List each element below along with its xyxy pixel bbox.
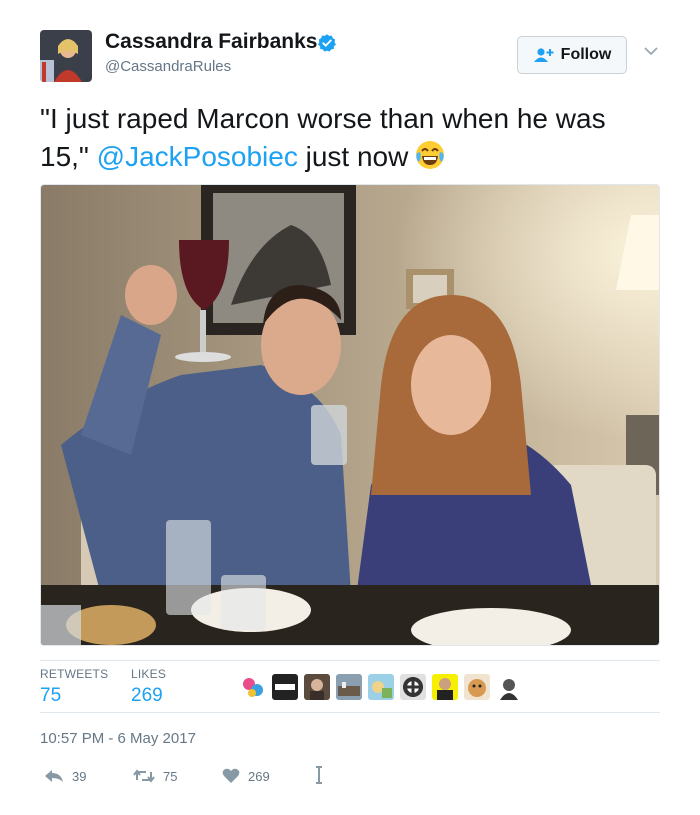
avatar[interactable] — [40, 30, 92, 82]
like-button[interactable]: 269 — [222, 768, 270, 784]
tweet-text-end: just now — [297, 141, 409, 172]
tweet-timestamp[interactable]: 10:57 PM - 6 May 2017 — [40, 730, 196, 747]
liker-avatar[interactable] — [432, 674, 458, 700]
liker-avatar[interactable] — [240, 674, 266, 700]
liker-avatar[interactable] — [304, 674, 330, 700]
analytics-icon — [316, 766, 322, 784]
reply-count: 39 — [72, 768, 87, 784]
retweets-label: RETWEETS — [40, 667, 109, 681]
tweet-text: "I just raped Marcon worse than when he … — [40, 100, 660, 176]
likes-stat[interactable]: LIKES 269 — [131, 667, 166, 707]
add-user-icon — [533, 48, 554, 62]
reply-button[interactable]: 39 — [44, 768, 86, 784]
liker-avatar[interactable] — [272, 674, 298, 700]
tweet-photo[interactable] — [40, 184, 660, 646]
likes-count: 269 — [131, 685, 163, 706]
laughing-tears-emoji-icon — [416, 141, 445, 169]
follow-button[interactable]: Follow — [517, 36, 627, 74]
analytics-button[interactable] — [314, 766, 332, 784]
follow-label: Follow — [560, 46, 612, 63]
liker-avatars — [240, 674, 522, 700]
retweet-count: 75 — [163, 768, 178, 784]
retweet-button[interactable]: 75 — [133, 768, 177, 784]
mention-link[interactable]: @JackPosobiec — [97, 141, 298, 172]
dinner-photo-image — [41, 185, 659, 645]
liker-avatar[interactable] — [464, 674, 490, 700]
liker-avatar[interactable] — [336, 674, 362, 700]
verified-badge-icon — [318, 34, 336, 52]
display-name[interactable]: Cassandra Fairbanks — [105, 30, 317, 54]
heart-icon — [222, 768, 240, 783]
liker-avatar[interactable] — [400, 674, 426, 700]
like-count: 269 — [248, 768, 270, 784]
user-handle[interactable]: @CassandraRules — [105, 58, 231, 75]
divider-bottom — [40, 712, 660, 713]
likes-label: LIKES — [131, 667, 167, 681]
retweets-stat[interactable]: RETWEETS 75 — [40, 667, 108, 707]
reply-icon — [45, 770, 63, 782]
retweets-count: 75 — [40, 685, 62, 706]
liker-avatar[interactable] — [496, 674, 522, 700]
chevron-down-icon[interactable] — [643, 45, 659, 57]
liker-avatar[interactable] — [368, 674, 394, 700]
retweet-icon — [133, 769, 155, 783]
divider-top — [40, 660, 660, 661]
